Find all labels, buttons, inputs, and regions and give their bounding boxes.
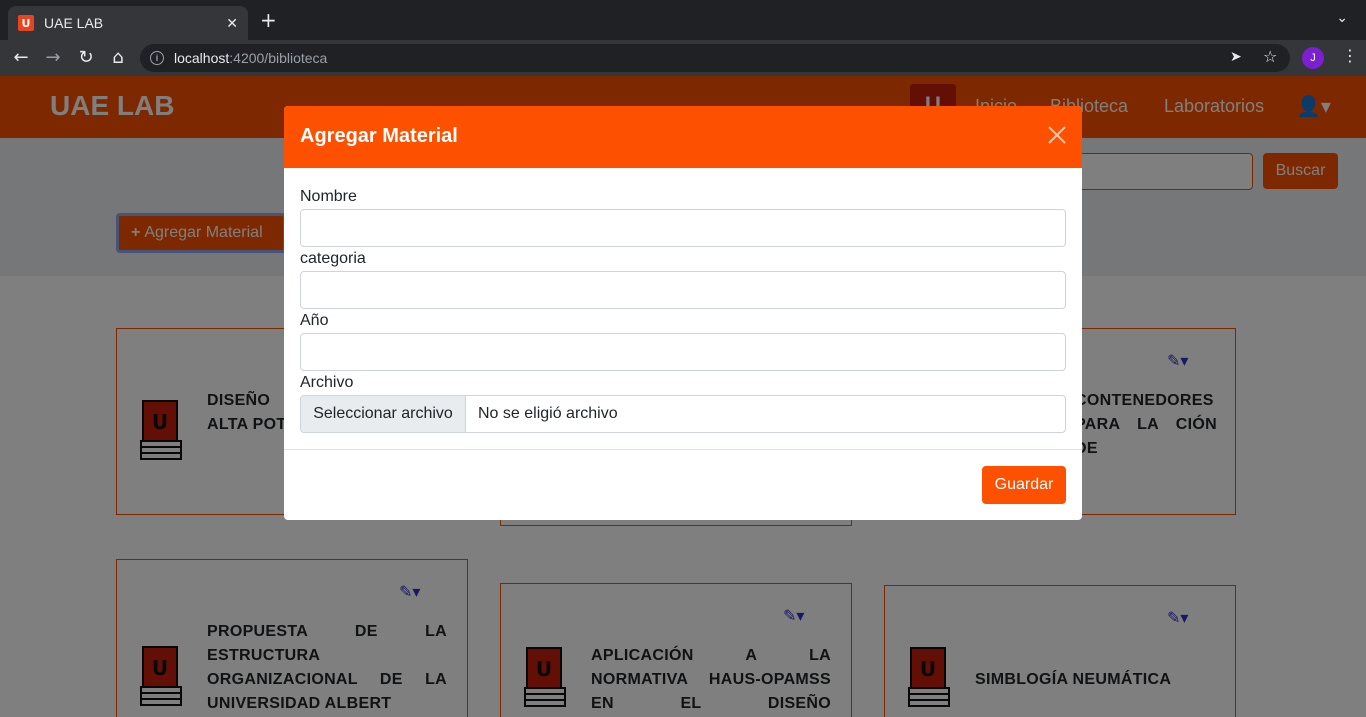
url-path: :4200/biblioteca: [229, 50, 328, 66]
profile-avatar[interactable]: J: [1302, 47, 1324, 69]
kebab-menu-icon[interactable]: ⋮: [1342, 46, 1358, 65]
file-input[interactable]: Seleccionar archivo No se eligió archivo: [300, 395, 1066, 433]
home-icon[interactable]: ⌂: [107, 47, 129, 69]
anio-label: Año: [300, 312, 329, 329]
new-tab-icon[interactable]: +: [260, 10, 277, 30]
browser-tab[interactable]: U UAE LAB ✕: [8, 6, 248, 40]
save-button[interactable]: Guardar: [982, 466, 1066, 504]
url-host: localhost: [174, 50, 230, 66]
star-icon[interactable]: ☆: [1263, 47, 1277, 66]
info-icon[interactable]: i: [150, 51, 164, 65]
back-arrow-icon[interactable]: ←: [10, 47, 32, 69]
tab-close-icon[interactable]: ✕: [226, 15, 238, 32]
send-icon[interactable]: ➤: [1230, 49, 1242, 65]
anio-input[interactable]: [300, 333, 1066, 371]
archivo-label: Archivo: [300, 374, 354, 391]
select-file-button[interactable]: Seleccionar archivo: [301, 396, 466, 432]
nombre-input[interactable]: [300, 209, 1066, 247]
reload-icon[interactable]: ↻: [75, 47, 97, 69]
categoria-label: categoria: [300, 250, 366, 267]
modal-header: Agregar Material: [284, 106, 1082, 168]
modal-divider: [284, 449, 1082, 450]
categoria-input[interactable]: [300, 271, 1066, 309]
browser-tabbar: U UAE LAB ✕ + ⌄: [0, 0, 1366, 40]
tab-title: UAE LAB: [44, 15, 104, 31]
address-bar[interactable]: i localhost:4200/biblioteca: [140, 44, 1290, 72]
add-material-modal: Agregar Material Nombre categoria Año Ar…: [284, 106, 1082, 520]
modal-title: Agregar Material: [300, 125, 458, 147]
forward-arrow-icon[interactable]: →: [42, 47, 64, 69]
file-status-text: No se eligió archivo: [478, 405, 618, 422]
nombre-label: Nombre: [300, 188, 357, 205]
app-favicon-icon: U: [18, 15, 34, 31]
chevron-down-icon[interactable]: ⌄: [1336, 10, 1348, 26]
close-icon[interactable]: [1046, 124, 1068, 146]
browser-toolbar: ← → ↻ ⌂ i localhost:4200/biblioteca ➤ ☆ …: [0, 40, 1366, 76]
